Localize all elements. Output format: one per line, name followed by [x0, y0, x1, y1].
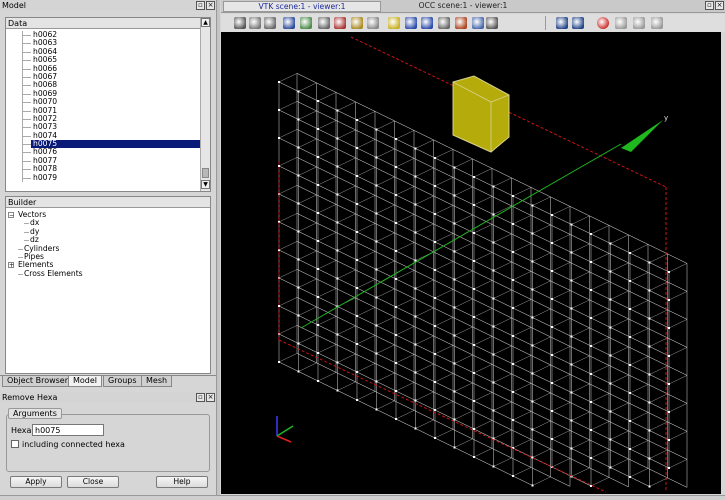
include-connected-label: including connected hexa — [22, 440, 125, 449]
model-panel-title: Model — [2, 1, 27, 10]
tab-vtk-scene[interactable]: VTK scene:1 - viewer:1 — [223, 1, 381, 12]
tab-mesh[interactable]: Mesh — [141, 376, 173, 387]
shading-icon[interactable] — [455, 17, 467, 29]
dump-view-icon[interactable] — [234, 17, 246, 29]
float-button[interactable]: ▫ — [196, 393, 205, 402]
more-icon[interactable] — [486, 17, 498, 29]
rotate-icon[interactable] — [351, 17, 363, 29]
expand-icon[interactable]: + — [8, 262, 14, 269]
collapse-icon[interactable]: − — [8, 212, 14, 219]
status-bar — [0, 495, 725, 500]
builder-tree-list: − Vectors dx dy dz Cylinders Pipes + Elements Cro… — [6, 208, 210, 278]
scroll-up-arrow-icon[interactable]: ▲ — [201, 18, 210, 27]
scroll-down-arrow-icon[interactable]: ▼ — [201, 180, 210, 189]
select-icon[interactable] — [283, 17, 295, 29]
close-button[interactable]: Close — [67, 476, 119, 488]
data-tree-header: Data — [6, 18, 210, 29]
tab-model[interactable]: Model — [68, 376, 103, 387]
float-button[interactable]: ▫ — [705, 1, 714, 10]
vtk-3d-viewport[interactable]: y — [221, 32, 721, 494]
model-panel-titlebar: Model ▫ × — [0, 0, 216, 11]
pause-icon[interactable] — [633, 17, 645, 29]
play-icon[interactable] — [615, 17, 627, 29]
float-button[interactable]: ▫ — [196, 1, 205, 10]
hexa-input[interactable] — [32, 424, 104, 436]
tab-groups[interactable]: Groups — [103, 376, 142, 387]
help-button[interactable]: Help — [156, 476, 208, 488]
data-tree[interactable]: Data h0062 h0063 h0064 h0065 h0066 h0067 h0068… — [5, 17, 211, 192]
reset-view-icon[interactable] — [438, 17, 450, 29]
builder-item[interactable]: Cross Elements — [6, 268, 210, 278]
mode-3d-icon[interactable] — [572, 17, 584, 29]
viewer-tabbar: VTK scene:1 - viewer:1 OCC scene:1 - vie… — [221, 0, 725, 13]
axis-label: y — [664, 114, 668, 122]
close-panel-button[interactable]: × — [715, 1, 724, 10]
apply-button[interactable]: Apply — [10, 476, 62, 488]
builder-tree[interactable]: Builder − Vectors dx dy dz Cylinders Pipes + Ele… — [5, 196, 211, 374]
list-item-label: h0079 — [33, 172, 58, 182]
builder-item-label: Cross Elements — [24, 268, 83, 278]
toolbar-separator — [545, 16, 546, 30]
pan-icon[interactable] — [334, 17, 346, 29]
rotate-left-icon[interactable] — [405, 17, 417, 29]
rotate-right-icon[interactable] — [421, 17, 433, 29]
mode-2d-icon[interactable] — [556, 17, 568, 29]
scroll-thumb[interactable] — [202, 168, 209, 178]
builder-tree-header: Builder — [6, 197, 210, 208]
front-view-icon[interactable] — [388, 17, 400, 29]
tab-object-browser[interactable]: Object Browser — [2, 376, 74, 387]
tab-occ-scene[interactable]: OCC scene:1 - viewer:1 — [393, 1, 533, 12]
data-tree-list: h0062 h0063 h0064 h0065 h0066 h0067 h0068 h0069… — [6, 29, 210, 183]
arguments-label: Arguments — [8, 408, 62, 419]
remove-hexa-title: Remove Hexa — [2, 393, 58, 402]
data-tree-scrollbar[interactable]: ▲ ▼ — [200, 18, 210, 191]
zoom-icon[interactable] — [318, 17, 330, 29]
stop-icon[interactable] — [651, 17, 663, 29]
fit-area-icon[interactable] — [264, 17, 276, 29]
hexa-label: Hexa — [11, 426, 32, 435]
trihedron-icon[interactable] — [300, 17, 312, 29]
list-item[interactable]: h0079 — [6, 172, 210, 183]
panel-splitter[interactable] — [216, 0, 220, 500]
remove-hexa-titlebar: Remove Hexa ▫ × — [0, 392, 216, 403]
close-panel-button[interactable]: × — [206, 1, 215, 10]
global-pan-icon[interactable] — [367, 17, 379, 29]
graduated-axes-icon[interactable] — [472, 17, 484, 29]
record-icon[interactable] — [597, 17, 609, 29]
close-panel-button[interactable]: × — [206, 393, 215, 402]
fit-all-icon[interactable] — [249, 17, 261, 29]
include-connected-checkbox[interactable] — [11, 440, 19, 448]
